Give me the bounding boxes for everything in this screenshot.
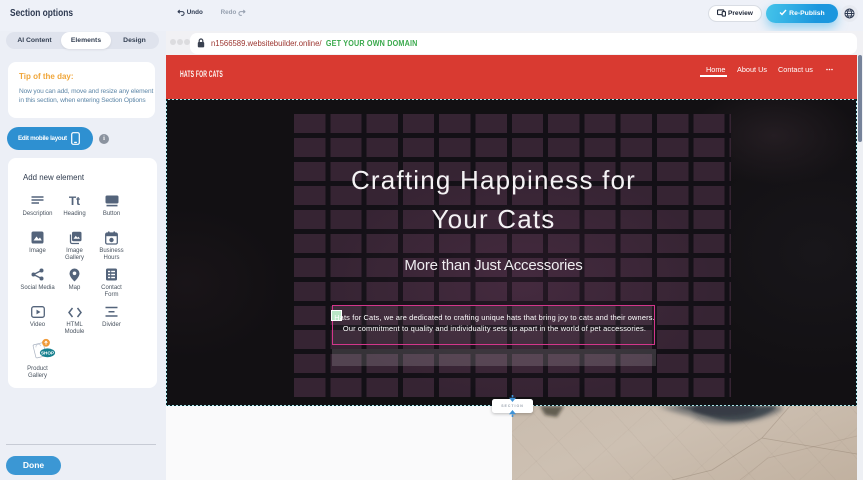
svg-text:SHOP: SHOP [41, 351, 54, 356]
